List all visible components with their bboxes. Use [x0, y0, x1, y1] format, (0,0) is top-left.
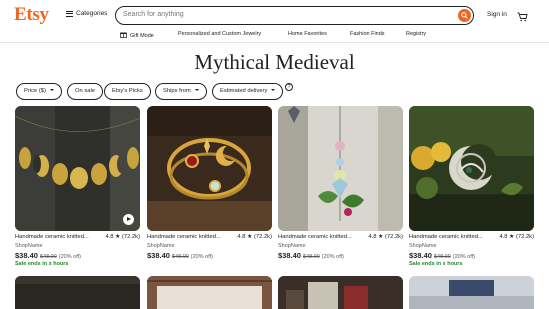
subnav-item-personalized[interactable]: Personalized and Custom Jewelry [178, 31, 261, 37]
product-image[interactable] [278, 106, 403, 231]
filter-price-label: Price ($) [24, 88, 46, 94]
category-subnav: Gift Mode Personalized and Custom Jewelr… [0, 30, 549, 43]
categories-label: Categories [76, 10, 108, 17]
cart-button[interactable] [517, 9, 528, 27]
rating-value: 4.8 [237, 234, 246, 240]
price-row: $38.40 $48.00 (20% off) [409, 251, 534, 260]
discount: (20% off) [321, 254, 344, 260]
review-count: (72.2k) [121, 234, 140, 240]
search-icon [461, 11, 468, 19]
original-price: $48.00 [433, 254, 451, 260]
product-image-partial[interactable] [409, 276, 534, 309]
filter-etsys-picks[interactable]: Etsy's Picks [104, 83, 151, 100]
price-row: $38.40 $48.00 (20% off) [147, 251, 272, 260]
product-card[interactable]: Handmade ceramic knitted... 4.8 ★ (72.2k… [409, 106, 534, 267]
review-count: (72.2k) [253, 234, 272, 240]
rating-value: 4.8 [368, 234, 377, 240]
help-icon[interactable]: ? [285, 83, 293, 91]
original-price: $48.00 [302, 254, 320, 260]
filter-delivery-label: Estimated delivery [220, 88, 268, 94]
product-title[interactable]: Handmade ceramic knitted... [278, 234, 352, 240]
product-image[interactable] [409, 106, 534, 231]
gold-ring-image [147, 106, 272, 231]
subnav-item-gift-mode[interactable]: Gift Mode [120, 31, 154, 39]
product-rating: 4.8 ★ (72.2k) [105, 234, 140, 240]
filter-ships-from[interactable]: Ships from [155, 83, 207, 100]
cart-icon [517, 12, 528, 22]
site-header: Etsy Categories Search for anything Sign… [0, 0, 549, 30]
product-card[interactable]: Handmade ceramic knitted... 4.8 ★ (72.2k… [15, 106, 140, 267]
product-rating: 4.8 ★ (72.2k) [237, 234, 272, 240]
product-image-partial[interactable] [278, 276, 403, 309]
original-price: $48.00 [39, 254, 57, 260]
product-rating: 4.8 ★ (72.2k) [499, 234, 534, 240]
search-bar[interactable]: Search for anything [115, 6, 474, 25]
gift-icon [120, 32, 127, 38]
star-icon: ★ [378, 234, 384, 240]
filter-on-sale[interactable]: On sale [67, 83, 103, 100]
product-thumbnail-partial [15, 276, 140, 309]
product-title[interactable]: Handmade ceramic knitted... [409, 234, 483, 240]
rating-value: 4.8 [105, 234, 114, 240]
play-icon[interactable] [123, 214, 134, 225]
subnav-item-home-favorites[interactable]: Home Favorites [288, 31, 327, 37]
page-title: Mythical Medieval [194, 50, 355, 74]
original-price: $48.00 [171, 254, 189, 260]
suncatcher-image [278, 106, 403, 231]
star-icon: ★ [115, 234, 121, 240]
chevron-down-icon [194, 89, 199, 91]
sale-price: $38.40 [147, 251, 170, 260]
product-thumbnail-partial [278, 276, 403, 309]
price-row: $38.40 $48.00 (20% off) [15, 251, 140, 260]
review-count: (72.2k) [515, 234, 534, 240]
subnav-item-registry[interactable]: Registry [406, 31, 426, 37]
sale-price: $38.40 [15, 251, 38, 260]
product-rating: 4.8 ★ (72.2k) [368, 234, 403, 240]
product-card[interactable]: Handmade ceramic knitted... 4.8 ★ (72.2k… [278, 106, 403, 261]
discount: (20% off) [190, 254, 213, 260]
rating-value: 4.8 [499, 234, 508, 240]
price-row: $38.40 $48.00 (20% off) [278, 251, 403, 260]
subnav-item-fashion-finds[interactable]: Fashion Finds [350, 31, 385, 37]
etsy-logo[interactable]: Etsy [14, 4, 49, 26]
product-image[interactable] [147, 106, 272, 231]
discount: (20% off) [452, 254, 475, 260]
product-image-partial[interactable] [147, 276, 272, 309]
product-title[interactable]: Handmade ceramic knitted... [147, 234, 221, 240]
search-button[interactable] [458, 8, 471, 22]
product-title[interactable]: Handmade ceramic knitted... [15, 234, 89, 240]
filter-estimated-delivery[interactable]: Estimated delivery [212, 83, 284, 100]
signin-link[interactable]: Sign in [487, 11, 507, 18]
filter-ships-from-label: Ships from [163, 88, 191, 94]
crescent-brooch-image [409, 106, 534, 231]
sale-ends-note: Sale ends in x hours [15, 261, 69, 267]
chevron-down-icon [49, 89, 54, 91]
product-thumbnail-partial [409, 276, 534, 309]
product-image[interactable] [15, 106, 140, 231]
hamburger-icon [66, 10, 73, 17]
moon-garland-image [15, 106, 140, 231]
star-icon: ★ [509, 234, 515, 240]
product-image-partial[interactable] [15, 276, 140, 309]
search-input[interactable]: Search for anything [123, 11, 184, 18]
sale-price: $38.40 [278, 251, 301, 260]
categories-button[interactable]: Categories [66, 10, 107, 17]
sale-ends-note: Sale ends in x hours [409, 261, 463, 267]
filter-price[interactable]: Price ($) [16, 83, 62, 100]
chevron-down-icon [271, 89, 276, 91]
review-count: (72.2k) [384, 234, 403, 240]
product-card[interactable]: Handmade ceramic knitted... 4.8 ★ (72.2k… [147, 106, 272, 261]
discount: (20% off) [58, 254, 81, 260]
product-thumbnail-partial [147, 276, 272, 309]
star-icon: ★ [247, 234, 253, 240]
subnav-label: Gift Mode [130, 33, 154, 39]
sale-price: $38.40 [409, 251, 432, 260]
